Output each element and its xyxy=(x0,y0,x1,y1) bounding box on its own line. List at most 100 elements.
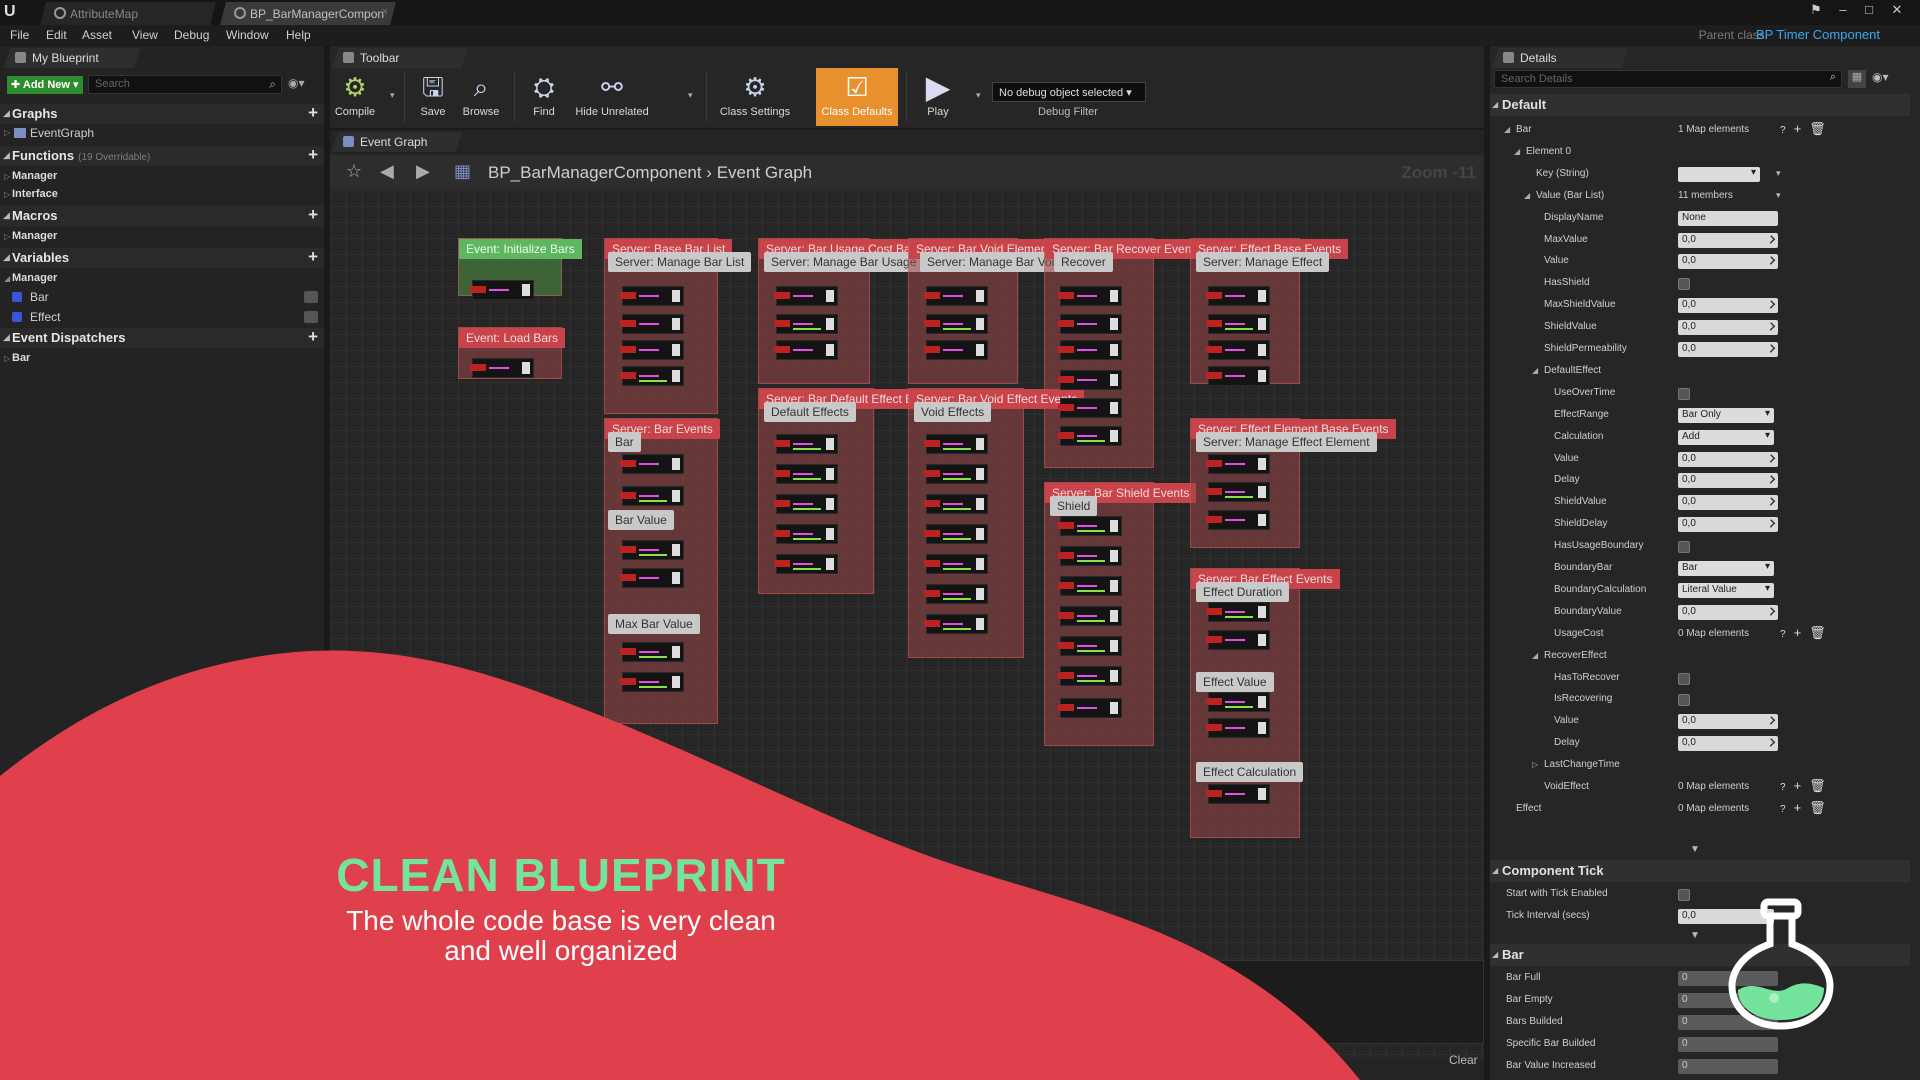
section-graphs[interactable]: ◢ Graphs + xyxy=(0,103,324,124)
group-label[interactable]: Server: Manage Bar List xyxy=(608,252,752,272)
graph-node[interactable] xyxy=(1058,340,1122,360)
group-label[interactable]: Bar Value xyxy=(608,510,674,530)
group-label[interactable]: Server: Manage Effect xyxy=(1196,252,1330,272)
add-element-icon[interactable]: + xyxy=(1794,121,1810,136)
expand-icon[interactable]: ◢ xyxy=(1524,191,1530,200)
expand-icon[interactable]: ▷ xyxy=(1532,760,1538,769)
clear-button[interactable]: Clear xyxy=(1449,1053,1478,1067)
expand-icon[interactable]: ◢ xyxy=(1504,125,1510,134)
prop-checkbox[interactable] xyxy=(1678,672,1690,685)
section-variables[interactable]: ◢ Variables + xyxy=(0,247,324,268)
tab-my-blueprint[interactable]: My Blueprint xyxy=(4,48,140,68)
graph-node[interactable] xyxy=(1058,666,1122,686)
graph-node[interactable] xyxy=(1206,482,1270,502)
compile-options-icon[interactable]: ▾ xyxy=(390,90,395,101)
help-icon[interactable]: ? xyxy=(1780,125,1794,136)
graph-node[interactable] xyxy=(774,524,838,544)
expand-icon[interactable]: ◢ xyxy=(1532,366,1538,375)
graph-node[interactable] xyxy=(1206,630,1270,650)
key-dropdown-icon[interactable]: ▾ xyxy=(1776,168,1781,179)
scroll-more-icon[interactable]: ▼ xyxy=(1690,930,1700,941)
graph-node[interactable] xyxy=(1058,314,1122,334)
group-label[interactable]: Recover xyxy=(1054,252,1113,272)
minimize-button[interactable]: – xyxy=(1832,2,1854,22)
graph-node[interactable] xyxy=(924,614,988,634)
bar-event-value[interactable]: 0 xyxy=(1678,1036,1778,1052)
category-default[interactable]: ◢ Default xyxy=(1490,94,1910,116)
maximize-button[interactable]: □ xyxy=(1858,2,1880,22)
group-label[interactable]: Max Bar Value xyxy=(608,614,700,634)
prop-value-input[interactable]: 0,0 xyxy=(1678,495,1778,511)
favorite-star-icon[interactable]: ☆ xyxy=(346,161,362,182)
property-matrix-icon[interactable]: ▦ xyxy=(1848,70,1866,88)
graph-node[interactable] xyxy=(924,584,988,604)
expand-icon[interactable]: ◢ xyxy=(1532,651,1538,660)
prop-value-input[interactable]: None xyxy=(1678,210,1778,226)
add-element-icon[interactable]: + xyxy=(1794,778,1810,793)
forward-arrow-icon[interactable]: ▶ xyxy=(416,161,430,182)
add-variable-icon[interactable]: + xyxy=(308,247,318,267)
graph-node[interactable] xyxy=(1058,546,1122,566)
tree-item-interface[interactable]: ▷ Interface xyxy=(0,186,324,204)
add-element-icon[interactable]: + xyxy=(1794,800,1810,815)
graph-node[interactable] xyxy=(1058,698,1122,718)
category-bar[interactable]: ◢ Bar xyxy=(1490,944,1910,966)
help-icon[interactable]: ? xyxy=(1780,629,1794,640)
visibility-eye-icon[interactable] xyxy=(304,311,318,323)
graph-node[interactable] xyxy=(620,340,684,360)
graph-node[interactable] xyxy=(1206,286,1270,306)
graph-node[interactable] xyxy=(1206,510,1270,530)
menu-view[interactable]: View xyxy=(132,28,158,42)
graph-node[interactable] xyxy=(924,494,988,514)
graph-node[interactable] xyxy=(924,340,988,360)
section-event-dispatchers[interactable]: ◢ Event Dispatchers + xyxy=(0,327,324,348)
menu-asset[interactable]: Asset xyxy=(82,28,112,42)
start-tick-checkbox[interactable] xyxy=(1678,889,1690,901)
bar-event-value[interactable]: 0 xyxy=(1678,1058,1778,1074)
group-label[interactable]: Effect Value xyxy=(1196,672,1274,692)
help-icon[interactable]: ? xyxy=(1780,782,1794,793)
graph-node[interactable] xyxy=(774,340,838,360)
prop-checkbox[interactable] xyxy=(1678,694,1690,707)
add-macro-icon[interactable]: + xyxy=(308,205,318,225)
back-arrow-icon[interactable]: ◀ xyxy=(380,161,394,182)
graph-node[interactable] xyxy=(774,554,838,574)
prop-value-input[interactable]: 0,0 xyxy=(1678,320,1778,336)
add-dispatcher-icon[interactable]: + xyxy=(308,327,318,347)
close-window-button[interactable]: ✕ xyxy=(1886,2,1908,22)
find-button[interactable]: ⛭ Find xyxy=(522,68,566,126)
prop-value-input[interactable]: 0,0 xyxy=(1678,714,1778,730)
graph-node[interactable] xyxy=(1206,784,1270,804)
close-tab-icon[interactable]: × xyxy=(382,6,388,18)
members-dropdown-icon[interactable]: ▾ xyxy=(1776,190,1781,201)
expand-icon[interactable]: ◢ xyxy=(1514,147,1520,156)
graph-node[interactable] xyxy=(620,286,684,306)
graph-node[interactable] xyxy=(620,366,684,386)
graph-node[interactable] xyxy=(774,434,838,454)
graph-node[interactable] xyxy=(1058,370,1122,390)
graph-node[interactable] xyxy=(774,494,838,514)
group-label[interactable]: Default Effects xyxy=(764,402,856,422)
add-new-button[interactable]: ✚ Add New ▾ xyxy=(7,76,83,94)
prop-value-input[interactable]: 0,0 xyxy=(1678,254,1778,270)
prop-value-input[interactable]: 0,0 xyxy=(1678,342,1778,357)
graph-node[interactable] xyxy=(1206,602,1270,622)
tree-item-macro-manager[interactable]: ▷ Manager xyxy=(0,228,324,246)
tree-item-eventgraph[interactable]: ▷ EventGraph xyxy=(0,124,324,142)
group-label[interactable]: Effect Calculation xyxy=(1196,762,1304,782)
hide-unrelated-options-icon[interactable]: ▾ xyxy=(688,90,693,101)
search-input[interactable]: Search ⌕ xyxy=(88,75,282,94)
graph-node[interactable] xyxy=(924,434,988,454)
menu-debug[interactable]: Debug xyxy=(174,28,209,42)
delete-icon[interactable]: 🗑 xyxy=(1809,800,1834,815)
graph-node[interactable] xyxy=(1058,398,1122,418)
prop-combo[interactable]: Add xyxy=(1678,429,1774,445)
menu-help[interactable]: Help xyxy=(286,28,311,42)
prop-combo[interactable] xyxy=(1678,166,1760,182)
tree-item-manager[interactable]: ▷ Manager xyxy=(0,168,324,186)
graph-node[interactable] xyxy=(620,540,684,560)
group-label[interactable]: Effect Duration xyxy=(1196,582,1290,602)
class-defaults-button[interactable]: ☑ Class Defaults xyxy=(816,68,898,126)
graph-node[interactable] xyxy=(1206,454,1270,474)
debug-object-select[interactable]: No debug object selected ▾ xyxy=(992,82,1146,102)
